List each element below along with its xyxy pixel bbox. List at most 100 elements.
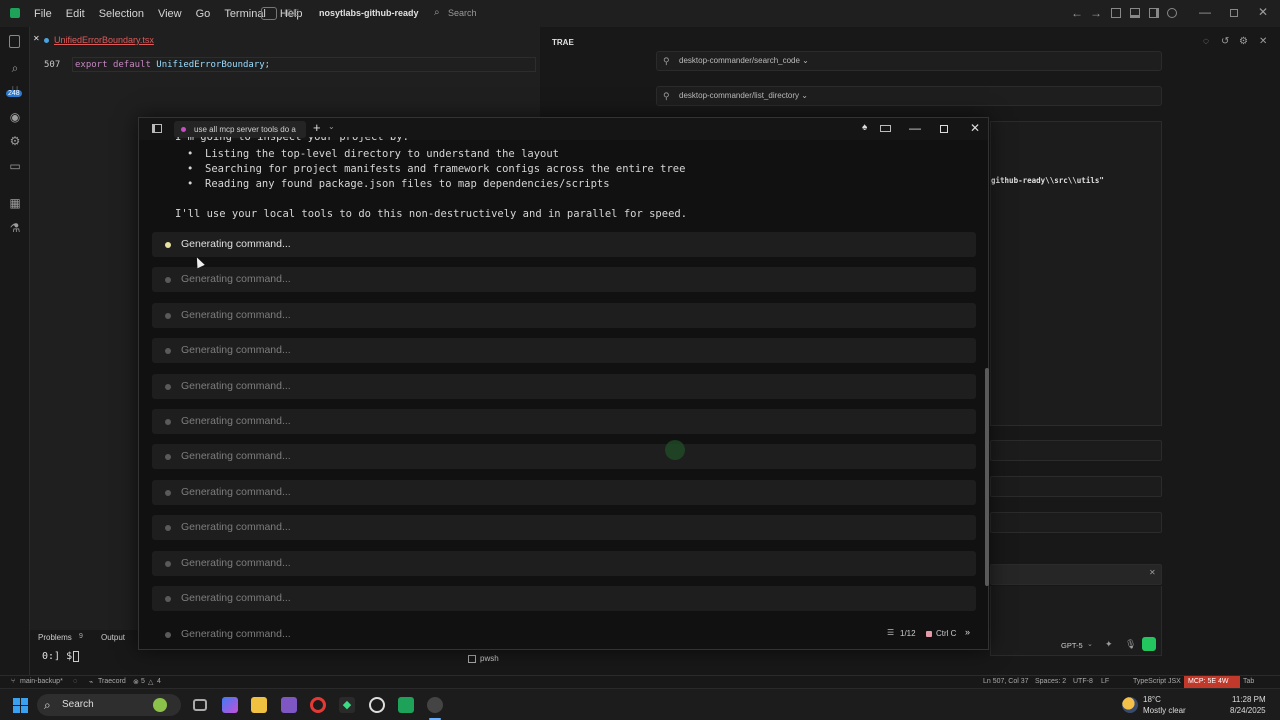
remote-icon[interactable]: ▭ xyxy=(7,158,23,174)
project-name[interactable]: nosytlabs-github-ready xyxy=(319,8,419,18)
ctrl-c-button[interactable]: Ctrl C xyxy=(936,629,956,638)
microphone-icon[interactable]: 🎙 xyxy=(1125,639,1136,650)
collapsed-tool-row[interactable] xyxy=(990,476,1162,497)
chevron-down-icon[interactable]: ⌄ xyxy=(408,8,415,17)
trae-ide-icon[interactable] xyxy=(398,697,414,713)
taskbar-search[interactable]: ⌕ Search xyxy=(37,694,181,716)
terminal-scrollbar[interactable] xyxy=(985,368,989,586)
search-icon[interactable]: ⌕ xyxy=(7,60,23,76)
cursor-position[interactable]: Ln 507, Col 37 xyxy=(983,678,1029,685)
collapsed-tool-row[interactable] xyxy=(990,512,1162,533)
problems-tab[interactable]: Problems xyxy=(38,633,72,642)
search-input[interactable]: Search xyxy=(448,8,477,18)
fast-forward-icon[interactable]: » xyxy=(965,627,970,637)
chevron-down-icon[interactable]: ⌄ xyxy=(328,122,335,131)
forward-icon[interactable]: → xyxy=(1090,6,1102,20)
indentation[interactable]: Spaces: 2 xyxy=(1035,678,1066,685)
generating-command-row[interactable]: Generating command... xyxy=(152,232,976,257)
clock-time[interactable]: 11:28 PM xyxy=(1232,695,1266,704)
branch-name[interactable]: main-backup* xyxy=(20,678,63,685)
terminal-prompt[interactable]: 0:] $ xyxy=(42,651,72,662)
toggle-sidebar-icon[interactable] xyxy=(1149,8,1159,18)
close-panel-icon[interactable]: ✕ xyxy=(1259,36,1267,47)
clock-date[interactable]: 8/24/2025 xyxy=(1230,706,1266,715)
generating-command-row[interactable]: Generating command... ☰ 1/12 Ctrl C » xyxy=(152,622,976,647)
encoding[interactable]: UTF-8 xyxy=(1073,678,1093,685)
account-icon[interactable] xyxy=(1167,8,1177,18)
maximize-icon[interactable] xyxy=(940,125,948,133)
model-selector[interactable]: GPT-5 xyxy=(1061,641,1083,650)
generating-command-row[interactable]: Generating command... xyxy=(152,338,976,363)
layout-toggle-icon[interactable] xyxy=(261,7,277,20)
close-tab-icon[interactable]: ✕ xyxy=(33,34,40,43)
file-explorer-icon[interactable] xyxy=(251,697,267,713)
explorer-icon[interactable] xyxy=(9,35,20,48)
terminal-tab[interactable]: use all mcp server tools do a xyxy=(174,121,306,138)
maximize-icon[interactable] xyxy=(1230,9,1238,17)
grid-icon[interactable]: ▦ xyxy=(7,195,23,211)
close-icon[interactable]: ✕ xyxy=(1258,5,1268,19)
chat-input[interactable]: GPT-5 ⌄ ✦ 🎙 xyxy=(990,586,1162,656)
generating-command-row[interactable]: Generating command... xyxy=(152,515,976,540)
tab-mode[interactable]: Tab xyxy=(1243,678,1254,685)
settings-icon[interactable]: ⚙ xyxy=(1239,36,1248,47)
chatgpt-icon[interactable] xyxy=(369,697,385,713)
editor-tab[interactable]: ✕ UnifiedErrorBoundary.tsx xyxy=(30,31,155,49)
keyboard-icon[interactable] xyxy=(880,125,891,132)
language-mode[interactable]: TypeScript JSX xyxy=(1133,678,1181,685)
weather-desc[interactable]: Mostly clear xyxy=(1143,706,1186,715)
menu-view[interactable]: View xyxy=(158,8,182,20)
generating-command-row[interactable]: Generating command... xyxy=(152,409,976,434)
toggle-panel-icon[interactable] xyxy=(1111,8,1121,18)
back-icon[interactable]: ← xyxy=(1071,6,1083,20)
generating-command-row[interactable]: Generating command... xyxy=(152,374,976,399)
mcp-status[interactable]: MCP: 5E 4W xyxy=(1184,676,1240,688)
active-app-icon[interactable] xyxy=(427,697,443,713)
close-icon[interactable]: ✕ xyxy=(970,121,980,135)
toggle-bottom-icon[interactable] xyxy=(1130,8,1140,18)
generating-command-row[interactable]: Generating command... xyxy=(152,303,976,328)
weather-temp[interactable]: 18°C xyxy=(1143,695,1161,704)
menu-edit[interactable]: Edit xyxy=(66,8,85,20)
new-tab-icon[interactable]: + xyxy=(313,120,321,135)
chevron-down-icon[interactable]: ⌄ xyxy=(1087,640,1093,648)
close-chip-icon[interactable]: ✕ xyxy=(1149,568,1156,577)
tool-call-list-directory[interactable]: ⚲ desktop-commander/list_directory ⌄ xyxy=(656,86,1162,106)
agent-icon[interactable]: ♠ xyxy=(862,122,867,133)
send-button[interactable] xyxy=(1142,637,1156,651)
line-ending[interactable]: LF xyxy=(1101,678,1109,685)
history-icon[interactable]: ↺ xyxy=(1221,36,1229,47)
generating-command-row[interactable]: Generating command... xyxy=(152,480,976,505)
testing-icon[interactable]: ⚗ xyxy=(7,220,23,236)
sidebar-toggle-icon[interactable] xyxy=(152,124,162,133)
generating-command-row[interactable]: Generating command... xyxy=(152,551,976,576)
menu-terminal[interactable]: Terminal xyxy=(224,8,266,20)
generating-command-row[interactable]: Generating command... xyxy=(152,586,976,611)
collapsed-tool-row[interactable] xyxy=(990,440,1162,461)
sync-icon[interactable]: ◌ xyxy=(73,678,77,685)
run-debug-icon[interactable]: ◉ xyxy=(7,109,23,125)
pwsh-item[interactable]: pwsh xyxy=(480,654,499,663)
generating-command-row[interactable]: Generating command... xyxy=(152,444,976,469)
context-chip[interactable]: ✕ xyxy=(990,564,1162,585)
copilot-icon[interactable] xyxy=(222,697,238,713)
app-icon[interactable] xyxy=(281,697,297,713)
chat-icon[interactable]: ◌ xyxy=(1203,36,1209,47)
terminal-app-icon[interactable]: ◆ xyxy=(339,697,355,713)
menu-file[interactable]: File xyxy=(34,8,52,20)
output-tab[interactable]: Output xyxy=(101,633,125,642)
menu-go[interactable]: Go xyxy=(196,8,211,20)
error-count[interactable]: 5 xyxy=(141,678,145,685)
opera-icon[interactable] xyxy=(310,697,326,713)
ide-label[interactable]: IDE xyxy=(284,8,299,18)
tool-call-search-code[interactable]: ⚲ desktop-commander/search_code ⌄ xyxy=(656,51,1162,71)
sparkle-icon[interactable]: ✦ xyxy=(1105,639,1113,650)
warning-count[interactable]: 4 xyxy=(157,678,161,685)
minimize-icon[interactable]: — xyxy=(1199,5,1211,19)
menu-selection[interactable]: Selection xyxy=(99,8,144,20)
task-view-icon[interactable] xyxy=(193,699,207,711)
extensions-icon[interactable]: ⚙ xyxy=(7,133,23,149)
minimize-icon[interactable]: — xyxy=(909,121,921,135)
traecord-item[interactable]: Traecord xyxy=(98,678,126,685)
windows-start-icon[interactable] xyxy=(13,698,28,713)
